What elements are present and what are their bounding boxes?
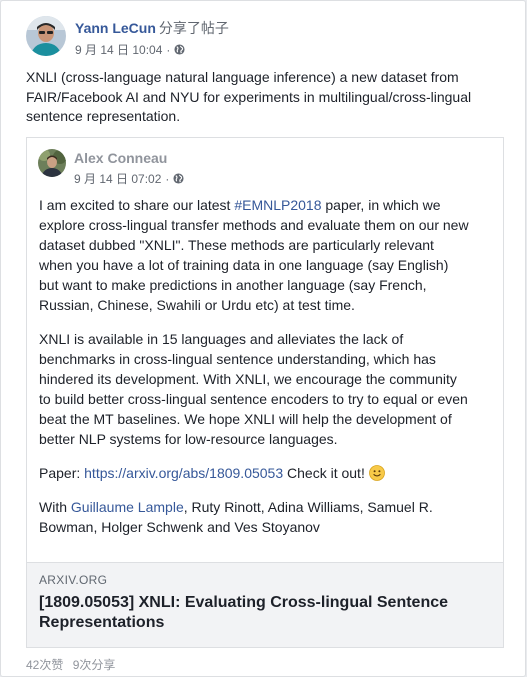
text-span: paper, in which we explore cross-lingual… bbox=[39, 197, 469, 313]
shared-author-avatar[interactable] bbox=[38, 149, 66, 177]
mention-link[interactable]: Guillaume Lample bbox=[71, 499, 184, 515]
text-span: With bbox=[39, 499, 71, 515]
link-domain: ARXIV.ORG bbox=[39, 573, 108, 587]
post-footer: 42次赞 9次分享 bbox=[26, 656, 121, 673]
post-timestamp[interactable]: 9 月 14 日 10:04 bbox=[75, 41, 162, 58]
paragraph-authors: With Guillaume Lample, Ruty Rinott, Adin… bbox=[39, 497, 469, 537]
shared-post-timestamp[interactable]: 9 月 14 日 07:02 bbox=[74, 170, 161, 187]
paragraph-xnli: XNLI is available in 15 languages and al… bbox=[39, 331, 468, 447]
link-title[interactable]: [1809.05053] XNLI: Evaluating Cross-ling… bbox=[39, 593, 489, 633]
post-header: Yann LeCun 分享了帖子 bbox=[75, 18, 229, 38]
paragraph-intro: I am excited to share our latest #EMNLP2… bbox=[39, 195, 469, 315]
author-avatar[interactable] bbox=[26, 16, 66, 56]
text-span: Paper: bbox=[39, 465, 85, 481]
smile-emoji-icon bbox=[368, 465, 385, 481]
meta-separator: · bbox=[166, 42, 171, 57]
post-meta: 9 月 14 日 10:04 · bbox=[75, 41, 185, 58]
shares-count[interactable]: 9次分享 bbox=[73, 658, 116, 672]
paper-link[interactable]: https://arxiv.org/abs/1809.05053 bbox=[84, 465, 283, 481]
shared-post-body: I am excited to share our latest #EMNLP2… bbox=[39, 195, 469, 551]
shared-post[interactable]: Alex Conneau 9 月 14 日 07:02 · I am excit… bbox=[26, 137, 504, 648]
paragraph-paper: Paper: https://arxiv.org/abs/1809.05053 … bbox=[39, 463, 469, 483]
text-span: I am excited to share our latest bbox=[39, 197, 235, 213]
link-preview-card[interactable]: ARXIV.ORG [1809.05053] XNLI: Evaluating … bbox=[27, 562, 503, 647]
likes-count[interactable]: 42次赞 bbox=[26, 658, 63, 672]
facebook-post: Yann LeCun 分享了帖子 9 月 14 日 10:04 · XNLI (c… bbox=[0, 0, 526, 677]
globe-icon[interactable] bbox=[174, 44, 185, 55]
globe-icon[interactable] bbox=[173, 173, 184, 184]
hashtag-link[interactable]: #EMNLP2018 bbox=[234, 197, 321, 213]
shared-author-name[interactable]: Alex Conneau bbox=[74, 150, 167, 166]
author-action-text: 分享了帖子 bbox=[158, 20, 229, 36]
shared-post-meta: 9 月 14 日 07:02 · bbox=[74, 170, 184, 187]
meta-separator: · bbox=[165, 171, 170, 186]
text-span: Check it out! bbox=[283, 465, 365, 481]
post-text: XNLI (cross-language natural language in… bbox=[26, 69, 472, 124]
author-name-link[interactable]: Yann LeCun bbox=[75, 20, 156, 36]
